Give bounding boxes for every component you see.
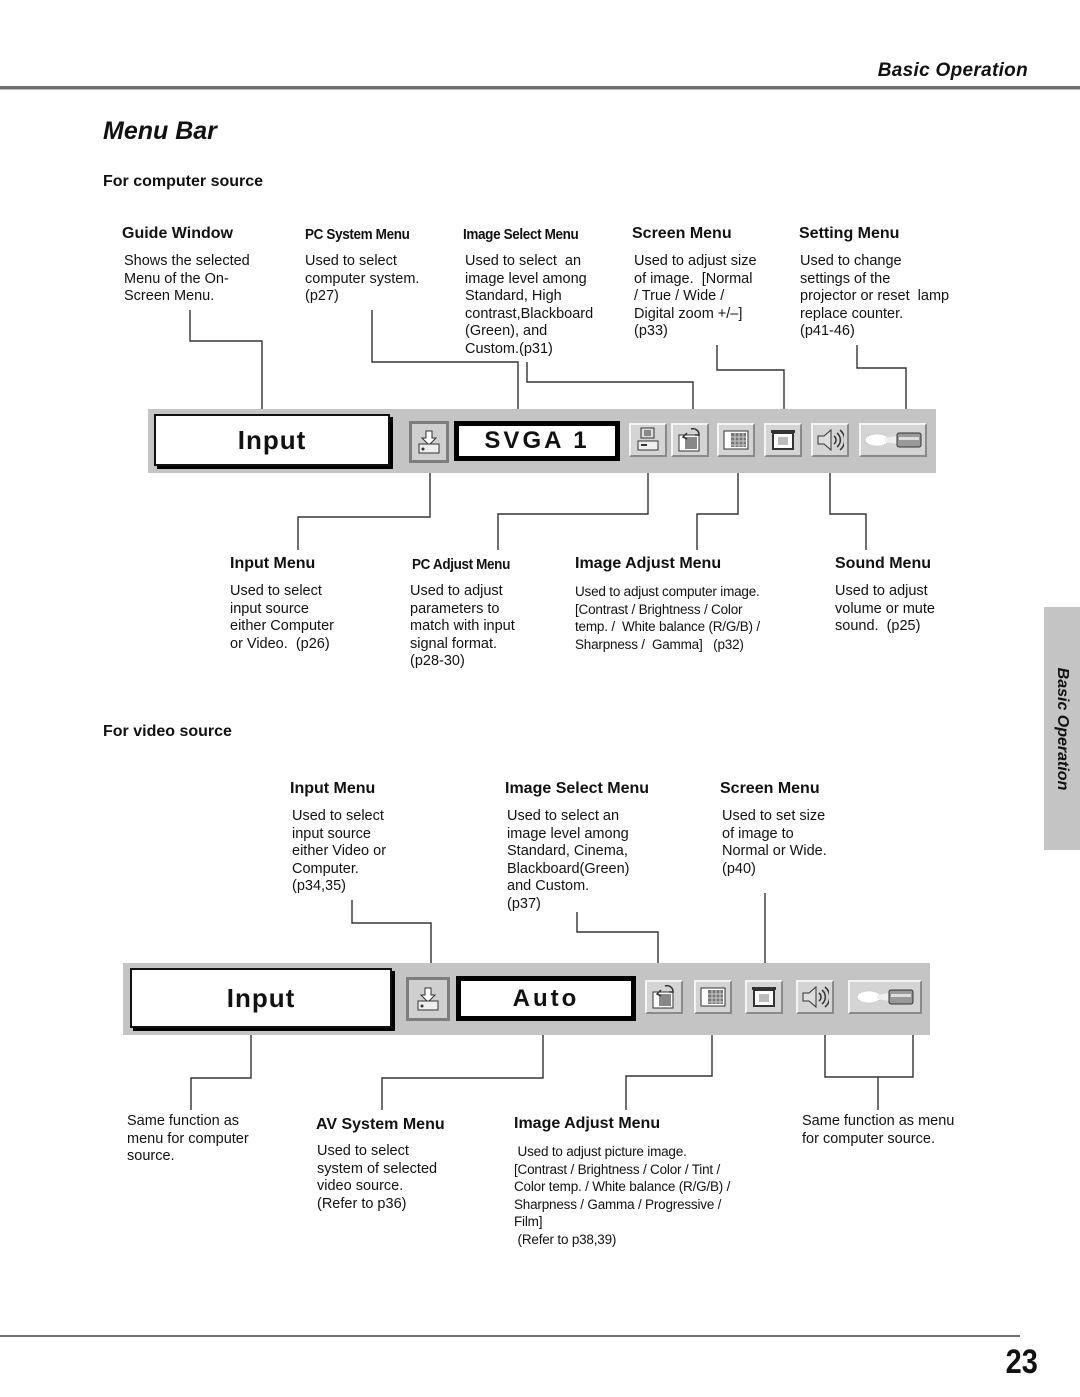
- pc-adjust-icon: [637, 427, 659, 451]
- page-number: 23: [1005, 1343, 1038, 1381]
- guide-window-label: Input: [237, 424, 307, 455]
- v-image-select-button[interactable]: [645, 980, 683, 1014]
- menu-desc-pc-system: Used to select computer system. (p27): [305, 253, 420, 305]
- section-heading-video: For video source: [103, 723, 232, 740]
- screen-icon: [752, 987, 776, 1007]
- pc-adjust-button[interactable]: [629, 423, 667, 457]
- menu-title-screen: Screen Menu: [632, 225, 732, 242]
- pc-system-value-label: SVGA 1: [484, 427, 590, 454]
- menu-desc-v-screen: Used to set size of image to Normal or W…: [722, 808, 827, 877]
- menu-title-pc-adjust: PC Adjust Menu: [412, 556, 510, 573]
- guide-window-video-label: Input: [226, 982, 296, 1013]
- callout-v-guide: [190, 1030, 252, 1110]
- callout-pc-adjust: [497, 465, 649, 550]
- menu-title-guide-window: Guide Window: [122, 225, 233, 242]
- v-screen-button[interactable]: [745, 980, 783, 1014]
- menu-title-pc-system: PC System Menu: [305, 226, 410, 243]
- menu-desc-v-image-adjust: Used to adjust picture image. [Contrast …: [514, 1144, 731, 1247]
- menu-bar-computer: Input SVGA 1: [148, 409, 936, 473]
- menu-title-av-system: AV System Menu: [316, 1116, 445, 1133]
- v-input-menu-button[interactable]: [406, 977, 450, 1021]
- footer-divider: [0, 1335, 1020, 1337]
- menu-title-input: Input Menu: [230, 555, 316, 572]
- av-system-value[interactable]: Auto: [456, 976, 636, 1021]
- menu-bar-video: Input Auto: [123, 963, 930, 1035]
- menu-title-setting: Setting Menu: [799, 225, 900, 242]
- v-image-adjust-button[interactable]: [694, 980, 732, 1014]
- menu-desc-av-system: Used to select system of selected video …: [317, 1143, 438, 1212]
- screen-button[interactable]: [764, 423, 802, 457]
- menu-desc-v-input: Used to select input source either Video…: [292, 808, 387, 895]
- menu-desc-image-select: Used to select an image level among Stan…: [465, 253, 594, 357]
- guide-window-video: Input: [130, 968, 392, 1028]
- guide-window: Input: [154, 414, 390, 466]
- image-adjust-button[interactable]: [717, 423, 755, 457]
- image-select-icon: [652, 984, 674, 1009]
- note-same-function-left: Same function as menu for computer sourc…: [127, 1113, 249, 1165]
- image-select-button[interactable]: [671, 423, 709, 457]
- callout-v-input: [351, 900, 432, 968]
- menu-title-v-screen: Screen Menu: [720, 780, 820, 797]
- callout-sound: [829, 465, 867, 550]
- sound-icon: [802, 985, 829, 1009]
- menu-title-v-image-select: Image Select Menu: [505, 780, 650, 797]
- menu-desc-guide-window: Shows the selected Menu of the On- Scree…: [124, 253, 250, 305]
- menu-title-v-image-adjust: Image Adjust Menu: [514, 1115, 661, 1132]
- input-menu-icon: [418, 430, 440, 454]
- menu-desc-sound: Used to adjust volume or mute sound. (p2…: [835, 583, 935, 635]
- setting-button[interactable]: [859, 423, 927, 457]
- menu-desc-v-image-select: Used to select an image level among Stan…: [507, 808, 630, 912]
- image-adjust-icon: [723, 430, 749, 450]
- callout-image-adjust: [696, 465, 739, 550]
- image-select-icon: [678, 427, 700, 452]
- menu-title-image-select: Image Select Menu: [463, 226, 579, 243]
- menu-desc-image-adjust: Used to adjust computer image. [Contrast…: [575, 584, 760, 652]
- v-sound-button[interactable]: [796, 980, 834, 1014]
- v-setting-button[interactable]: [848, 980, 922, 1014]
- input-menu-icon: [417, 987, 439, 1011]
- menu-title-sound: Sound Menu: [835, 555, 931, 572]
- input-menu-button[interactable]: [409, 421, 449, 463]
- note-same-function-right: Same function as menu for computer sourc…: [802, 1113, 955, 1147]
- menu-desc-setting: Used to change settings of the projector…: [800, 253, 950, 340]
- callout-guide-window: [189, 310, 263, 409]
- sound-button[interactable]: [811, 423, 849, 457]
- setting-icon: [864, 432, 922, 448]
- setting-icon: [856, 989, 914, 1005]
- menu-desc-screen: Used to adjust size of image. [Normal / …: [634, 253, 757, 340]
- image-adjust-icon: [700, 987, 726, 1007]
- section-heading-computer: For computer source: [103, 173, 264, 190]
- callout-v-image-adjust: [625, 1025, 713, 1110]
- menu-desc-pc-adjust: Used to adjust parameters to match with …: [410, 583, 515, 670]
- sound-icon: [817, 428, 844, 452]
- callout-input-menu: [297, 465, 431, 550]
- screen-icon: [771, 430, 795, 450]
- callout-v-av-system: [381, 1025, 544, 1110]
- menu-title-image-adjust: Image Adjust Menu: [575, 555, 722, 572]
- menu-title-v-input: Input Menu: [290, 780, 376, 797]
- menu-desc-input: Used to select input source either Compu…: [230, 583, 334, 652]
- pc-system-value[interactable]: SVGA 1: [454, 421, 620, 461]
- av-system-value-label: Auto: [512, 984, 580, 1012]
